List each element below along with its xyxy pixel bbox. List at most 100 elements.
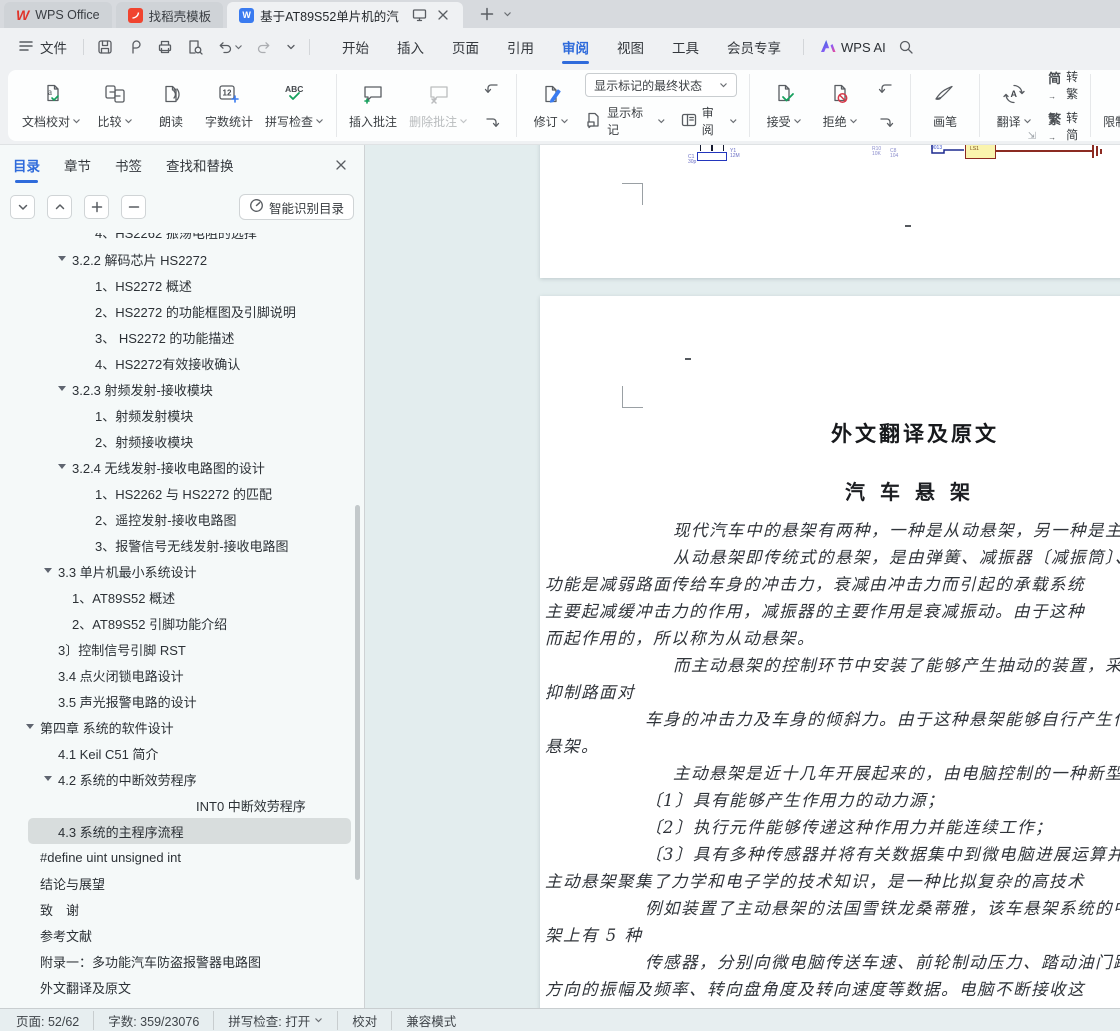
undo-icon[interactable] xyxy=(212,35,247,59)
status-5[interactable]: 兼容模式 xyxy=(391,1010,470,1030)
customize-chevron-icon[interactable] xyxy=(281,38,301,56)
new-tab-button[interactable] xyxy=(477,4,497,24)
window-tab-2[interactable]: 找稻壳模板 xyxy=(115,2,224,28)
toc-item[interactable]: 3、 HS2272 的功能描述 xyxy=(0,324,364,350)
toc-item[interactable]: 致 谢 xyxy=(0,896,364,922)
ribbon-button-限制编辑[interactable]: 限制编辑 xyxy=(1103,82,1120,130)
file-menu[interactable]: 文件 xyxy=(10,33,75,61)
change-prev-icon[interactable] xyxy=(874,78,898,100)
circuit-label: C8 104 xyxy=(890,148,899,159)
menu-tab-视图[interactable]: 视图 xyxy=(603,31,658,63)
toc-item[interactable]: 1、射频发射模块 xyxy=(0,402,364,428)
toc-item[interactable]: 4、HS2272有效接收确认 xyxy=(0,350,364,376)
toc-item[interactable]: 3.2.4 无线发射-接收电路图的设计 xyxy=(0,454,364,480)
ribbon-button-简转繁[interactable]: 简→ 转繁 xyxy=(1048,68,1078,102)
menu-tab-插入[interactable]: 插入 xyxy=(383,31,438,63)
ribbon-button-拒绝[interactable]: 拒绝 xyxy=(818,82,862,130)
toc-item[interactable]: 2、遥控发射-接收电路图 xyxy=(0,506,364,532)
toc-item[interactable]: 4、HS2262 振荡电阻的选择 xyxy=(0,233,364,246)
change-next-icon[interactable] xyxy=(874,112,898,134)
comment-next-icon[interactable] xyxy=(480,112,504,134)
sidebar-close-icon[interactable] xyxy=(331,155,351,175)
status-4[interactable]: 校对 xyxy=(337,1010,391,1030)
toc-item[interactable]: 3.5 声光报警电路的设计 xyxy=(0,688,364,714)
toc-item[interactable]: INT0 中断效劳程序 xyxy=(0,792,364,818)
toc-item[interactable]: 附录一：多功能汽车防盗报警器电路图 xyxy=(0,948,364,974)
toc-item[interactable]: 3.4 点火闭锁电路设计 xyxy=(0,662,364,688)
menu-tab-会员专享[interactable]: 会员专享 xyxy=(713,31,795,63)
save-icon[interactable] xyxy=(92,35,118,59)
divider xyxy=(309,39,310,55)
toc-item[interactable]: 外文翻译及原文 xyxy=(0,974,364,1000)
sidebar-tab-章节[interactable]: 章节 xyxy=(64,155,91,175)
search-icon[interactable] xyxy=(896,37,916,57)
document-canvas[interactable]: C130p Y112M R1010K C8104 Q29013 LS1 外文翻译… xyxy=(365,145,1120,1008)
toc-item[interactable]: 第四章 系统的软件设计 xyxy=(0,714,364,740)
ribbon-button-文档校对[interactable]: a 文档校对 xyxy=(22,82,81,130)
toc-item[interactable]: 4.2 系统的中断效劳程序 xyxy=(0,766,364,792)
toc-item[interactable]: 1、HS2262 与 HS2272 的匹配 xyxy=(0,480,364,506)
sidebar-tab-书签[interactable]: 书签 xyxy=(115,155,142,175)
sidebar-scrollbar[interactable] xyxy=(355,505,360,880)
ribbon-button-朗读[interactable]: 朗读 xyxy=(149,82,193,130)
menu-tab-开始[interactable]: 开始 xyxy=(328,31,383,63)
zoom-out-icon[interactable] xyxy=(121,195,146,219)
toc-item[interactable]: 3.3 单片机最小系统设计 xyxy=(0,558,364,584)
ribbon-button-画笔[interactable]: 画笔 xyxy=(923,82,967,130)
smart-toc-button[interactable]: 智能识别目录 xyxy=(238,194,354,220)
ribbon-button-拼写检查[interactable]: ABC 拼写检查 xyxy=(265,82,324,130)
collapse-all-icon[interactable] xyxy=(10,195,35,219)
print-icon[interactable] xyxy=(152,35,178,59)
toc-item[interactable]: 2、射频接收模块 xyxy=(0,428,364,454)
wps-ai-button[interactable]: WPS AI xyxy=(820,39,886,56)
window-tab-3[interactable]: W 基于AT89S52单片机的汽车防 xyxy=(227,2,464,28)
doc-proof-icon: a xyxy=(40,82,64,109)
ribbon-button-修订[interactable]: 修订 xyxy=(529,82,573,130)
toc-item[interactable]: 4.1 Keil C51 简介 xyxy=(0,740,364,766)
toc-item[interactable]: 2、HS2272 的功能框图及引脚说明 xyxy=(0,298,364,324)
markup-state-select[interactable]: 显示标记的最终状态 xyxy=(585,73,738,97)
ribbon-button-审阅[interactable]: 审阅 xyxy=(680,104,737,138)
tab-close-icon[interactable] xyxy=(434,5,451,25)
sidebar-tab-目录[interactable]: 目录 xyxy=(13,155,40,183)
toc-item[interactable]: 2、AT89S52 引脚功能介绍 xyxy=(0,610,364,636)
doc-article-title: 汽车悬架 xyxy=(845,480,985,504)
status-1[interactable]: 页面: 52/62 xyxy=(16,1011,93,1030)
status-3[interactable]: 拼写检查: 打开 xyxy=(213,1010,337,1030)
toc-item[interactable]: 3、报警信号无线发射-接收电路图 xyxy=(0,532,364,558)
toc-item[interactable]: 参考文献 xyxy=(0,922,364,948)
export-pdf-icon[interactable] xyxy=(122,35,148,59)
tab-list-chevron-icon[interactable] xyxy=(497,4,517,24)
menu-tab-审阅[interactable]: 审阅 xyxy=(548,31,603,64)
toc-item[interactable]: 3.2.3 射频发射-接收模块 xyxy=(0,376,364,402)
print-preview-icon[interactable] xyxy=(182,35,208,59)
comment-prev-icon[interactable] xyxy=(480,78,504,100)
toc-item[interactable]: 1、HS2272 概述 xyxy=(0,272,364,298)
toc-item[interactable]: #define uint unsigned int xyxy=(0,844,364,870)
menu-tab-页面[interactable]: 页面 xyxy=(438,31,493,63)
toc-item[interactable]: 3.2.2 解码芯片 HS2272 xyxy=(0,246,364,272)
doc-text-line: 功能是减弱路面传给车身的冲击力，衰减由冲击力而引起的承载系统 xyxy=(545,575,1085,594)
ribbon-expand-icon[interactable]: ⇲ xyxy=(1028,131,1036,142)
zoom-in-icon[interactable] xyxy=(84,195,109,219)
menu-tab-引用[interactable]: 引用 xyxy=(493,31,548,63)
expand-all-icon[interactable] xyxy=(47,195,72,219)
ribbon-button-字数统计[interactable]: 12 字数统计 xyxy=(205,82,253,130)
sidebar-tab-查找和替换[interactable]: 查找和替换 xyxy=(166,155,234,175)
ribbon-button-显示标记[interactable]: 显示标记 xyxy=(585,104,666,138)
toc-item[interactable]: 结论与展望 xyxy=(0,870,364,896)
ribbon-button-比较[interactable]: 比较 xyxy=(93,82,137,130)
status-2[interactable]: 字数: 359/23076 xyxy=(93,1010,213,1030)
ribbon-button-接受[interactable]: 接受 xyxy=(762,82,806,130)
menu-tab-工具[interactable]: 工具 xyxy=(658,31,713,63)
ribbon-button-插入批注[interactable]: 插入批注 xyxy=(349,82,397,130)
ribbon-group-1: a 文档校对 比较 朗读 12 字数统计 ABC 拼写检查 xyxy=(10,74,338,137)
toc-item[interactable]: 4.3 系统的主程序流程 xyxy=(0,818,364,844)
toc-item[interactable]: 1、AT89S52 概述 xyxy=(0,584,364,610)
ribbon-button-翻译[interactable]: A 翻译 xyxy=(992,82,1036,130)
toc-item[interactable]: 3〕控制信号引脚 RST xyxy=(0,636,364,662)
sidebar-tab-bar: 目录 章节 书签 查找和替换 xyxy=(0,145,364,185)
document-page-current[interactable]: 外文翻译及原文 汽车悬架 现代汽车中的悬架有两种，一种是从动悬架，另一种是主动悬… xyxy=(540,296,1120,1008)
ribbon-button-繁转简[interactable]: 繁→ 转简 xyxy=(1048,109,1078,143)
window-tab-1[interactable]: W WPS Office xyxy=(4,2,112,28)
